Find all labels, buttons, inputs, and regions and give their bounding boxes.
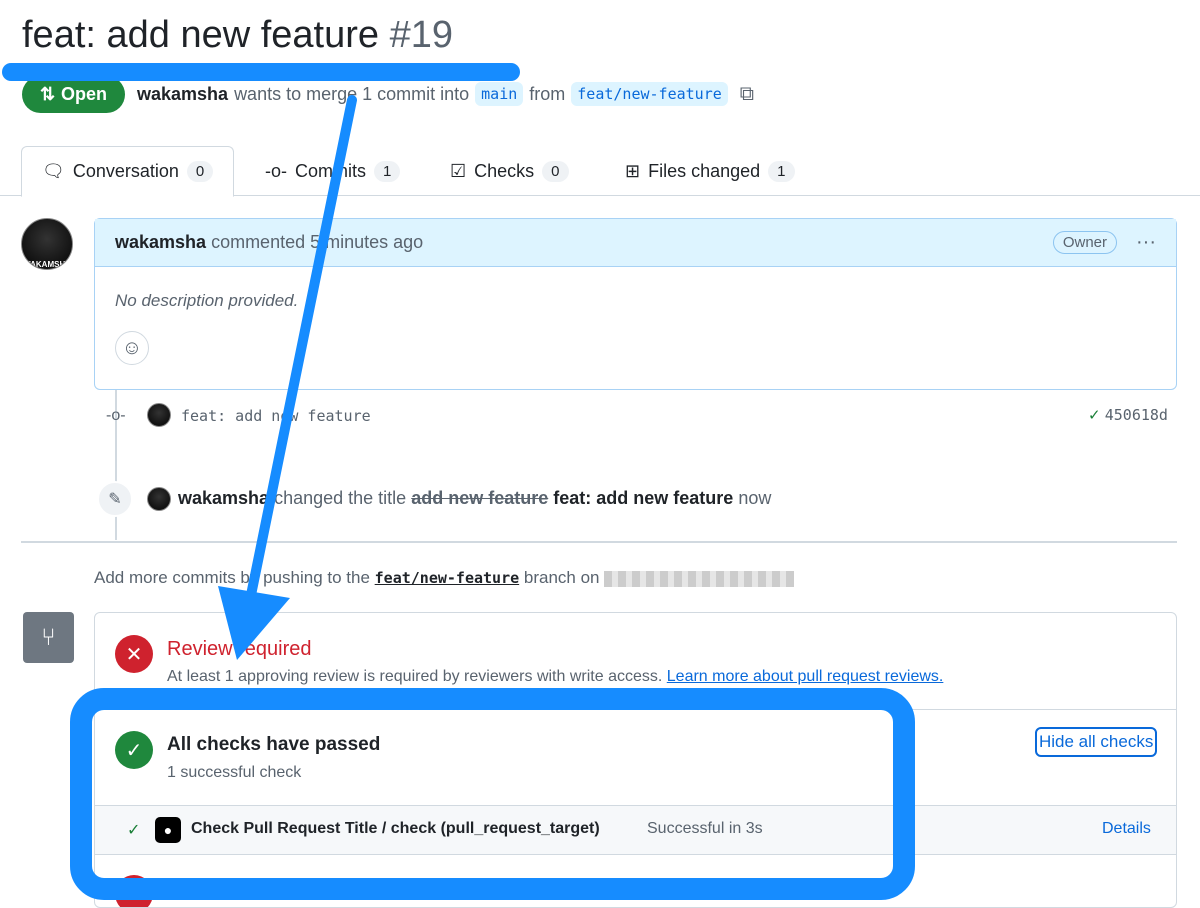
annotation-arrow xyxy=(218,95,357,660)
arrow-head xyxy=(218,586,290,660)
arrow-shaft xyxy=(245,95,357,605)
